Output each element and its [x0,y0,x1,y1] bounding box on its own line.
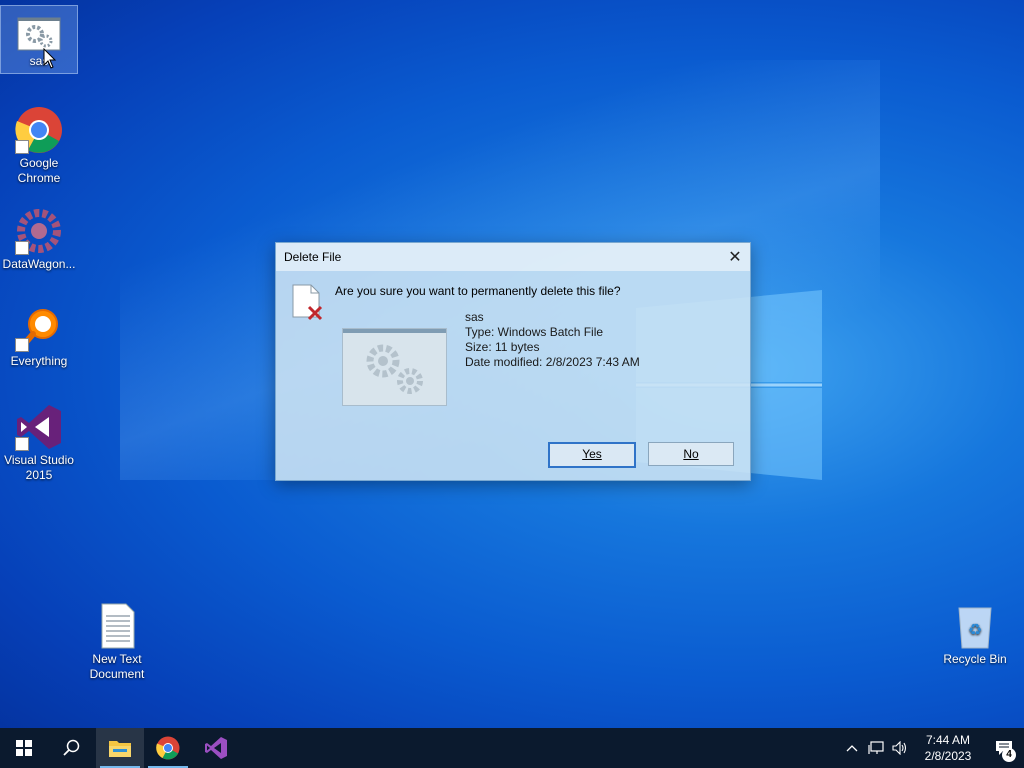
visual-studio-icon [15,403,63,451]
desktop-icon-sas[interactable]: sas [0,5,78,74]
desktop-icon-everything[interactable]: Everything [1,300,77,369]
yes-button[interactable]: Yes [548,442,636,468]
taskbar-visual-studio[interactable] [192,728,240,768]
recycle-bin-icon: ♻ [951,602,999,650]
file-thumbnail [342,328,447,406]
visual-studio-icon [205,737,227,759]
network-button[interactable] [864,728,888,768]
speaker-icon [892,741,907,755]
file-explorer-icon [109,741,131,757]
chrome-icon [156,736,180,760]
taskbar-file-explorer[interactable] [96,728,144,768]
action-center-button[interactable]: 4 [984,728,1024,768]
shortcut-arrow-icon [15,338,29,352]
desktop-icon-label: Google Chrome [17,156,61,185]
file-details: sas Type: Windows Batch File Size: 11 by… [465,310,640,370]
network-icon [868,741,884,754]
file-name: sas [465,310,484,324]
file-type: Type: Windows Batch File [465,325,604,339]
desktop-icon-visual-studio[interactable]: Visual Studio 2015 [1,399,77,483]
delete-file-dialog: Delete File ✕ Are you sure you want to p… [275,242,751,481]
everything-search-icon [15,304,63,352]
system-tray: 7:44 AM 2/8/2023 4 [840,728,1024,768]
chrome-icon [15,106,63,154]
file-size: Size: 11 bytes [465,340,540,354]
shortcut-arrow-icon [15,241,29,255]
search-icon [63,739,80,756]
chevron-up-icon [846,745,858,752]
no-button-label: No [683,447,699,461]
datawagon-icon [15,207,63,255]
desktop-icon-label: Visual Studio 2015 [4,453,74,482]
text-document-icon [93,602,141,650]
dialog-titlebar[interactable]: Delete File ✕ [276,243,750,271]
start-button[interactable] [0,728,48,768]
start-icon [16,740,32,756]
desktop-icon-recycle-bin[interactable]: ♻ Recycle Bin [937,598,1013,667]
clock-date: 2/8/2023 [924,749,972,763]
taskbar-chrome[interactable] [144,728,192,768]
mouse-cursor-icon [43,48,57,69]
dialog-title: Delete File [284,250,342,264]
shortcut-arrow-icon [15,437,29,451]
volume-button[interactable] [888,728,912,768]
confirm-question: Are you sure you want to permanently del… [335,284,621,298]
close-button[interactable]: ✕ [720,243,750,271]
no-button[interactable]: No [648,442,734,466]
desktop-icon-label: Everything [10,354,68,368]
search-button[interactable] [48,728,96,768]
shortcut-arrow-icon [15,140,29,154]
desktop-icon-new-text-document[interactable]: New Text Document [79,598,155,682]
gears-icon [366,344,423,394]
delete-file-icon [292,284,323,321]
close-icon: ✕ [728,249,742,266]
taskbar: 7:44 AM 2/8/2023 4 [0,728,1024,768]
clock[interactable]: 7:44 AM 2/8/2023 [912,732,984,764]
notification-count-badge: 4 [1002,748,1016,762]
file-date-modified: Date modified: 2/8/2023 7:43 AM [465,355,640,369]
svg-text:♻: ♻ [968,620,982,639]
desktop-icon-label: DataWagon... [2,257,76,271]
clock-time: 7:44 AM [925,733,971,747]
show-hidden-icons-button[interactable] [840,728,864,768]
desktop-icon-label: Recycle Bin [943,652,1007,666]
desktop-icon-label: New Text Document [89,652,145,681]
yes-button-label: Yes [582,447,602,461]
desktop-icon-chrome[interactable]: Google Chrome [1,102,77,186]
desktop-icon-datawagon[interactable]: DataWagon... [1,203,77,272]
